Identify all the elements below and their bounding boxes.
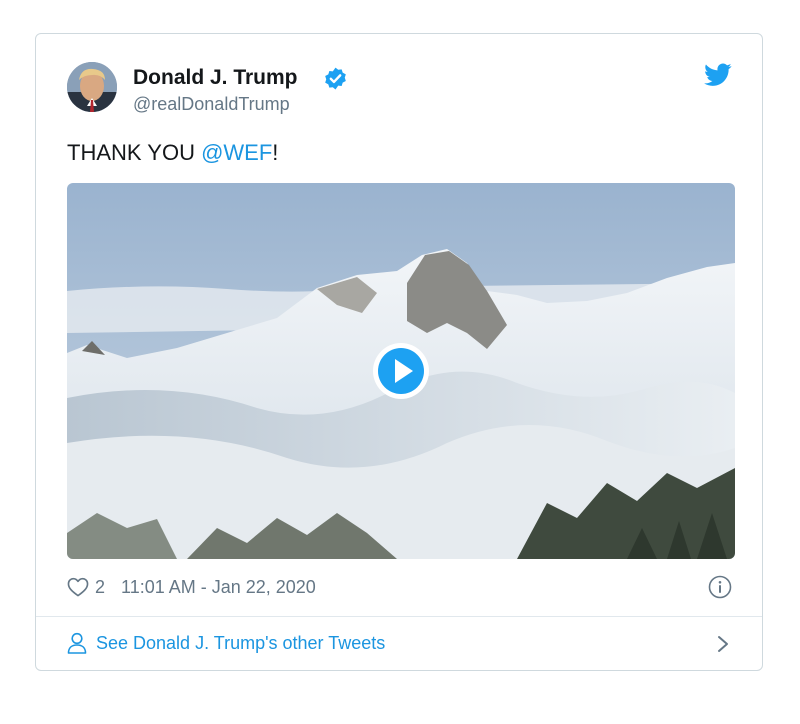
divider: [36, 616, 762, 617]
avatar-image: [67, 62, 117, 112]
tweet-text-prefix: THANK YOU: [67, 140, 202, 165]
author-name[interactable]: Donald J. Trump: [133, 66, 298, 90]
tweet-card[interactable]: Donald J. Trump @realDonaldTrump THANK Y…: [35, 33, 763, 671]
author-handle[interactable]: @realDonaldTrump: [133, 94, 290, 115]
see-other-tweets-link[interactable]: See Donald J. Trump's other Tweets: [67, 632, 385, 654]
chevron-right-icon[interactable]: [716, 634, 730, 654]
info-icon[interactable]: [708, 575, 732, 599]
timestamp[interactable]: 11:01 AM - Jan 22, 2020: [121, 577, 316, 598]
person-icon: [67, 632, 87, 654]
see-other-tweets-label[interactable]: See Donald J. Trump's other Tweets: [96, 633, 385, 654]
video-thumbnail[interactable]: [67, 183, 735, 559]
play-icon[interactable]: [371, 341, 431, 401]
mention-link[interactable]: @WEF: [201, 140, 272, 165]
verified-badge-icon: [325, 67, 346, 90]
like-count: 2: [95, 576, 106, 597]
twitter-bird-icon[interactable]: [704, 63, 732, 87]
tweet-meta: 2 11:01 AM - Jan 22, 2020: [67, 575, 316, 599]
tweet-text: THANK YOU @WEF!: [67, 140, 278, 166]
tweet-text-suffix: !: [272, 140, 279, 165]
avatar[interactable]: [67, 62, 117, 112]
heart-icon[interactable]: [67, 577, 89, 597]
